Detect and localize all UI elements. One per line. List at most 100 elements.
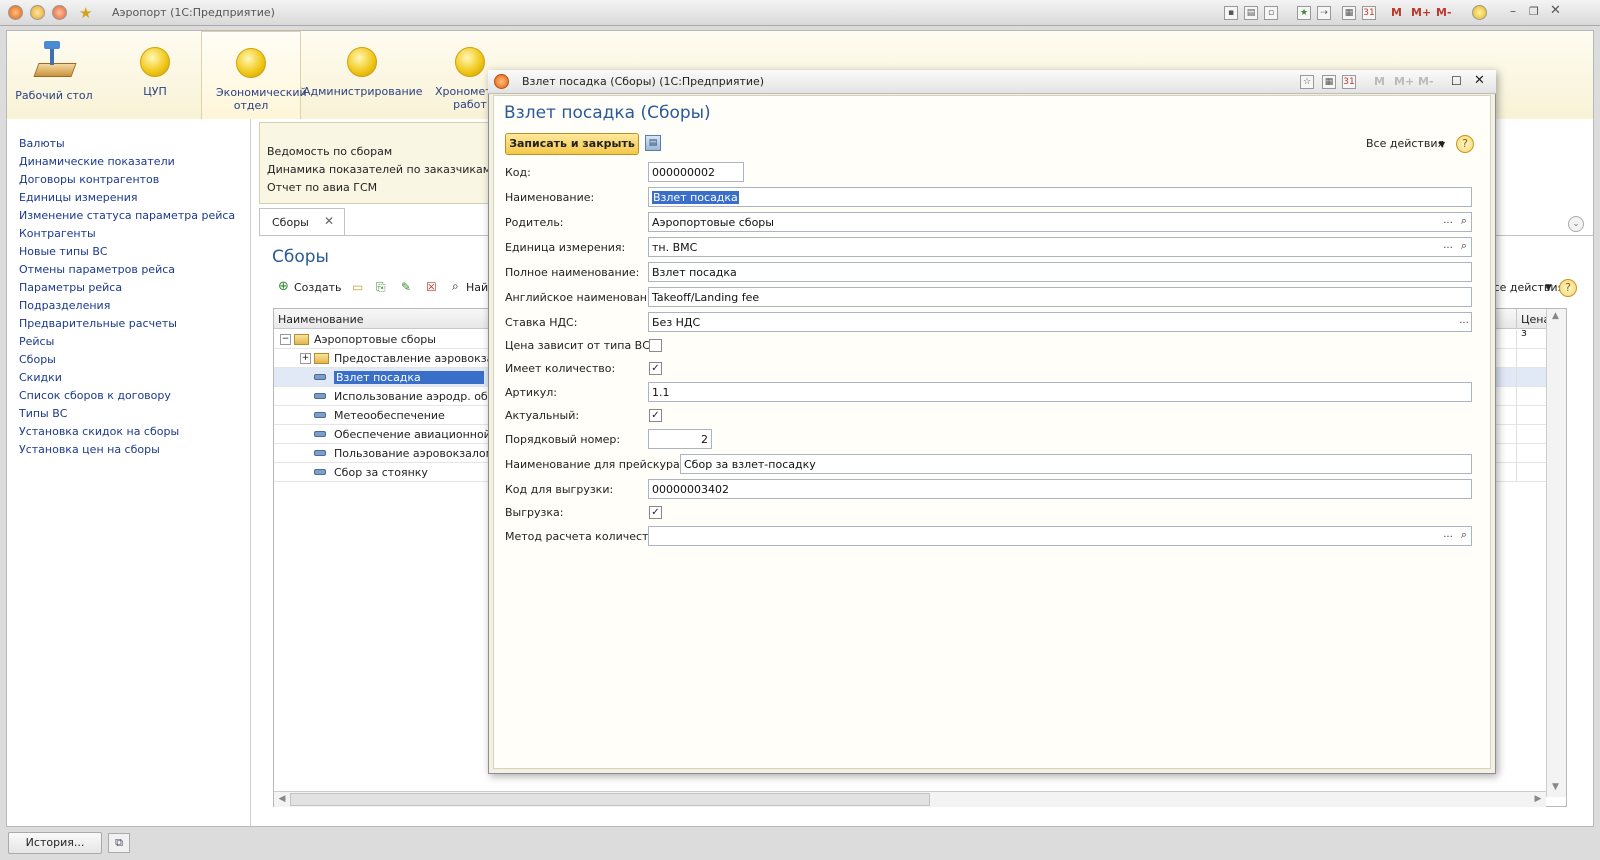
section-economic[interactable]: Экономический отдел [201,31,307,119]
nav-item[interactable]: Новые типы ВС [19,245,108,258]
vat-input[interactable]: Без НДС [648,312,1472,332]
calendar-icon[interactable]: 31 [1362,6,1376,20]
nav-item[interactable]: Подразделения [19,299,110,312]
nav-item[interactable]: Типы ВС [19,407,67,420]
scroll-thumb[interactable] [290,793,930,806]
nav-item[interactable]: Единицы измерения [19,191,138,204]
report-link[interactable]: Ведомость по сборам [267,145,392,158]
select-ellipsis-icon[interactable]: ... [1456,313,1472,331]
memory-plus-button[interactable]: M+ [1394,75,1414,88]
favorites-star-icon[interactable]: ★ [79,4,92,22]
code-input[interactable]: 000000002 [648,162,744,182]
report-link[interactable]: Динамика показателей по заказчикам [267,163,491,176]
name-input[interactable]: Взлет посадка [648,187,1472,207]
order-number-input[interactable]: 2 [648,429,712,449]
select-ellipsis-icon[interactable]: ... [1440,527,1456,545]
vertical-scrollbar[interactable]: ▲ ▼ [1546,309,1566,797]
scroll-up-icon[interactable]: ▲ [1552,311,1559,321]
memory-minus-button[interactable]: M- [1436,6,1452,19]
minimize-icon[interactable]: – [1510,4,1516,18]
add-folder-icon[interactable]: ▭ [352,280,363,294]
nav-item[interactable]: Установка цен на сборы [19,443,160,456]
nav-item[interactable]: Рейсы [19,335,54,348]
close-dialog-icon[interactable]: ✕ [1474,73,1485,88]
maximize-icon[interactable]: ☐ [1451,74,1462,88]
scroll-right-icon[interactable]: ▶ [1530,792,1546,807]
save-icon[interactable]: ▪ [1224,6,1238,20]
dialog-all-actions[interactable]: Все действия [1366,137,1444,150]
column-name-header[interactable]: Наименование [278,313,363,326]
collapse-panel-icon[interactable]: ⌄ [1568,216,1584,232]
nav-item[interactable]: Отмены параметров рейса [19,263,175,276]
nav-item[interactable]: Контрагенты [19,227,96,240]
menu-dropdown-icon[interactable] [30,5,45,20]
nav-item[interactable]: Установка скидок на сборы [19,425,179,438]
scroll-left-icon[interactable]: ◀ [274,792,290,807]
save-and-close-button[interactable]: Записать и закрыть [505,133,639,155]
nav-item[interactable]: Предварительные расчеты [19,317,177,330]
info-icon[interactable] [1472,5,1487,20]
calendar-icon[interactable]: 31 [1342,75,1356,89]
scroll-down-icon[interactable]: ▼ [1552,782,1559,792]
restore-icon[interactable]: ❐ [1529,5,1539,18]
print-icon[interactable]: ▤ [1244,6,1258,20]
nav-item[interactable]: Валюты [19,137,65,150]
nav-item[interactable]: Параметры рейса [19,281,122,294]
has-quantity-checkbox[interactable]: ✓ [649,362,662,375]
open-search-icon[interactable]: ⌕ [1455,238,1473,256]
select-ellipsis-icon[interactable]: ... [1440,238,1456,256]
close-icon[interactable]: ✕ [1550,3,1561,18]
delete-icon[interactable]: ☒ [426,280,437,294]
report-link[interactable]: Отчет по авиа ГСМ [267,181,377,194]
qty-method-input[interactable] [648,526,1472,546]
horizontal-scrollbar[interactable]: ◀ ▶ [274,791,1546,807]
create-button[interactable]: Создать [294,281,342,294]
tab-sbory[interactable]: Сборы ✕ [259,208,345,235]
copy-icon[interactable]: ⎘ [376,280,386,295]
expand-tree-icon[interactable]: + [300,353,311,364]
add-favorite-icon[interactable]: ★ [1297,6,1311,20]
article-input[interactable]: 1.1 [648,382,1472,402]
export-code-input[interactable]: 00000003402 [648,479,1472,499]
select-ellipsis-icon[interactable]: ... [1440,213,1456,231]
link-icon[interactable]: ⇢ [1317,6,1331,20]
calculator-icon[interactable]: ▦ [1342,6,1356,20]
memory-plus-button[interactable]: M+ [1411,6,1431,19]
section-admin[interactable]: Администрирование [303,31,423,119]
save-icon[interactable]: ▤ [645,135,661,151]
actual-checkbox[interactable]: ✓ [649,409,662,422]
memory-button[interactable]: M [1374,75,1385,88]
parent-input[interactable]: Аэропортовые сборы [648,212,1472,232]
unit-input[interactable]: тн. ВМС [648,237,1472,257]
favorite-icon[interactable]: ☆ [1300,75,1314,89]
open-search-icon[interactable]: ⌕ [1455,527,1473,545]
nav-item[interactable]: Скидки [19,371,62,384]
help-icon[interactable]: ? [1559,279,1577,297]
find-button[interactable]: Най [466,281,488,294]
close-tab-icon[interactable]: ✕ [324,214,334,228]
edit-icon[interactable]: ✎ [401,280,411,294]
nav-item[interactable]: Список сборов к договору [19,389,171,402]
memory-minus-button[interactable]: M- [1418,75,1434,88]
nav-item[interactable]: Изменение статуса параметра рейса [19,209,235,222]
collapse-tree-icon[interactable]: − [280,334,291,345]
nav-item[interactable]: Сборы [19,353,56,366]
windows-icon[interactable]: ⧉ [108,833,130,853]
section-desktop[interactable]: Рабочий стол [15,31,93,119]
memory-button[interactable]: M [1391,6,1402,19]
close-app-icon[interactable] [52,5,67,20]
calculator-icon[interactable]: ▦ [1322,75,1336,89]
export-checkbox[interactable]: ✓ [649,506,662,519]
preview-icon[interactable]: ▫ [1264,6,1278,20]
history-button[interactable]: История... [8,832,102,854]
list-all-actions[interactable]: Все действия [1486,281,1564,294]
nav-item[interactable]: Динамические показатели [19,155,175,168]
section-tsup[interactable]: ЦУП [115,31,195,119]
help-icon[interactable]: ? [1456,135,1474,153]
open-search-icon[interactable]: ⌕ [1455,213,1473,231]
english-name-input[interactable]: Takeoff/Landing fee [648,287,1472,307]
full-name-input[interactable]: Взлет посадка [648,262,1472,282]
price-depends-checkbox[interactable] [649,339,662,352]
price-list-name-input[interactable]: Сбор за взлет-посадку [680,454,1472,474]
app-logo-icon[interactable] [8,5,23,20]
